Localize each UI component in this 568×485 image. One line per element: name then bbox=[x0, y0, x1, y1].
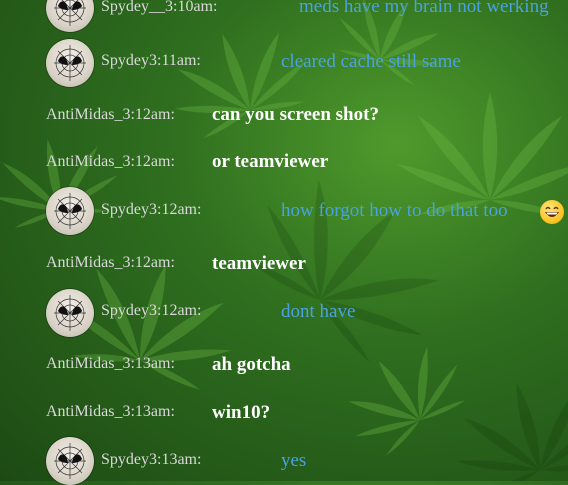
chat-message: AntiMidas_3:13am: win10? bbox=[0, 390, 568, 438]
username-timestamp: Spydey3:13am: bbox=[101, 451, 202, 468]
chat-message: AntiMidas_3:12am: can you screen shot? bbox=[0, 92, 568, 140]
message-text: meds have my brain not werking bbox=[299, 0, 549, 17]
chat-message: Spydey3:12am: how forgot how to do that … bbox=[0, 187, 568, 235]
message-text: win10? bbox=[212, 402, 271, 423]
username-timestamp: AntiMidas_3:12am: bbox=[46, 254, 175, 271]
message-text: ah gotcha bbox=[212, 354, 291, 375]
chat-message: Spydey__3:10am: meds have my brain not w… bbox=[0, 0, 568, 32]
message-text: can you screen shot? bbox=[212, 104, 379, 125]
username-timestamp: AntiMidas_3:13am: bbox=[46, 355, 175, 372]
chat-message: AntiMidas_3:13am: ah gotcha bbox=[0, 342, 568, 390]
message-text: teamviewer bbox=[212, 253, 306, 274]
grinning-emoji-icon bbox=[540, 200, 564, 224]
username-timestamp: Spydey3:12am: bbox=[101, 302, 202, 319]
username-timestamp: Spydey__3:10am: bbox=[101, 0, 218, 15]
chat-message: Spydey3:13am: yes bbox=[0, 437, 568, 485]
message-text: how forgot how to do that too bbox=[281, 200, 508, 221]
username-timestamp: AntiMidas_3:13am: bbox=[46, 403, 175, 420]
chat-log: Spydey__3:10am: meds have my brain not w… bbox=[0, 0, 568, 485]
username-timestamp: AntiMidas_3:12am: bbox=[46, 106, 175, 123]
spiderman-avatar bbox=[46, 187, 94, 235]
message-text: or teamviewer bbox=[212, 151, 329, 172]
message-text: cleared cache still same bbox=[281, 51, 461, 72]
spiderman-avatar bbox=[46, 0, 94, 32]
chat-message: AntiMidas_3:12am: or teamviewer bbox=[0, 139, 568, 187]
username-timestamp: AntiMidas_3:12am: bbox=[46, 153, 175, 170]
spiderman-avatar bbox=[46, 437, 94, 485]
username-timestamp: Spydey3:12am: bbox=[101, 201, 202, 218]
chat-message: Spydey3:12am: dont have bbox=[0, 289, 568, 337]
message-text: yes bbox=[281, 450, 307, 471]
message-text: dont have bbox=[281, 301, 356, 322]
chat-message: Spydey3:11am: cleared cache still same bbox=[0, 39, 568, 87]
spiderman-avatar bbox=[46, 39, 94, 87]
chat-message: AntiMidas_3:12am: teamviewer bbox=[0, 241, 568, 289]
username-timestamp: Spydey3:11am: bbox=[101, 52, 201, 69]
spiderman-avatar bbox=[46, 289, 94, 337]
